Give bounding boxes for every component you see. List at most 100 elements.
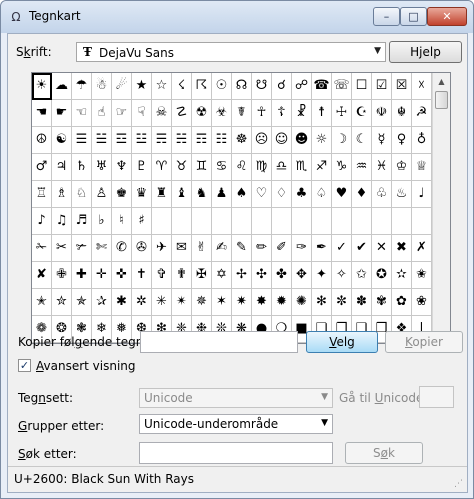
- character-cell[interactable]: ♇: [132, 154, 152, 181]
- character-cell[interactable]: ✌: [192, 235, 212, 262]
- character-cell[interactable]: ☽: [332, 127, 352, 154]
- character-cell[interactable]: ♬: [72, 208, 92, 235]
- resize-grip-icon[interactable]: ⋰: [454, 479, 464, 489]
- search-button[interactable]: Søk: [345, 442, 423, 464]
- character-cell[interactable]: ☡: [172, 100, 192, 127]
- character-cell[interactable]: ☯: [52, 127, 72, 154]
- character-cell[interactable]: ✕: [372, 235, 392, 262]
- character-cell[interactable]: ✬: [412, 262, 432, 289]
- character-cell[interactable]: ✡: [212, 262, 232, 289]
- character-cell[interactable]: ♥: [332, 181, 352, 208]
- character-cell[interactable]: ☸: [232, 127, 252, 154]
- character-cell[interactable]: ☝: [92, 100, 112, 127]
- character-cell[interactable]: ✙: [52, 262, 72, 289]
- character-cell[interactable]: ♦: [352, 181, 372, 208]
- character-cell[interactable]: [352, 208, 372, 235]
- select-button[interactable]: Velg: [306, 331, 378, 353]
- character-cell[interactable]: ✱: [112, 289, 132, 316]
- character-cell[interactable]: ✎: [232, 235, 252, 262]
- character-cell[interactable]: ☒: [392, 73, 412, 100]
- character-cell[interactable]: ♁: [412, 127, 432, 154]
- character-cell[interactable]: ✖: [392, 235, 412, 262]
- character-cell[interactable]: ☹: [252, 127, 272, 154]
- character-cell[interactable]: ☍: [292, 73, 312, 100]
- character-cell[interactable]: ☃: [92, 73, 112, 100]
- character-cell[interactable]: ♮: [112, 208, 132, 235]
- character-cell[interactable]: ☞: [112, 100, 132, 127]
- character-cell[interactable]: ✿: [392, 289, 412, 316]
- character-cell[interactable]: ✓: [332, 235, 352, 262]
- character-cell[interactable]: ☌: [272, 73, 292, 100]
- character-cell[interactable]: ♊: [192, 154, 212, 181]
- character-cell[interactable]: ✒: [312, 235, 332, 262]
- character-cell[interactable]: ✞: [152, 262, 172, 289]
- character-cell[interactable]: [212, 208, 232, 235]
- character-cell[interactable]: ✪: [372, 262, 392, 289]
- character-cell[interactable]: ☵: [172, 127, 192, 154]
- character-cell[interactable]: ✉: [172, 235, 192, 262]
- character-cell[interactable]: ☀: [32, 73, 52, 100]
- character-cell[interactable]: ♑: [332, 154, 352, 181]
- character-cell[interactable]: ♤: [312, 181, 332, 208]
- charset-dropdown[interactable]: Unicode ▼: [139, 388, 333, 408]
- scrollbar-thumb[interactable]: [435, 91, 448, 109]
- character-cell[interactable]: ♙: [92, 181, 112, 208]
- character-cell[interactable]: ☨: [312, 100, 332, 127]
- font-dropdown[interactable]: Ŧ DejaVu Sans ▼: [76, 42, 386, 62]
- character-cell[interactable]: ☼: [312, 127, 332, 154]
- character-cell[interactable]: ✩: [352, 262, 372, 289]
- character-cell[interactable]: ☬: [392, 100, 412, 127]
- character-cell[interactable]: ☣: [212, 100, 232, 127]
- character-cell[interactable]: ✼: [332, 289, 352, 316]
- character-cell[interactable]: ✟: [172, 262, 192, 289]
- character-cell[interactable]: ✾: [372, 289, 392, 316]
- character-cell[interactable]: ☚: [32, 100, 52, 127]
- character-cell[interactable]: ♭: [92, 208, 112, 235]
- character-cell[interactable]: ♫: [52, 208, 72, 235]
- goto-unicode-input[interactable]: [419, 386, 454, 408]
- character-cell[interactable]: [192, 208, 212, 235]
- character-cell[interactable]: ☢: [192, 100, 212, 127]
- character-cell[interactable]: ☥: [252, 100, 272, 127]
- character-cell[interactable]: ♋: [212, 154, 232, 181]
- character-cell[interactable]: ☏: [332, 73, 352, 100]
- character-cell[interactable]: ☤: [232, 100, 252, 127]
- character-cell[interactable]: ♩: [412, 181, 432, 208]
- character-cell[interactable]: ♏: [292, 154, 312, 181]
- character-cell[interactable]: ✺: [292, 289, 312, 316]
- character-cell[interactable]: ☈: [192, 73, 212, 100]
- character-cell[interactable]: [152, 208, 172, 235]
- character-cell[interactable]: [292, 208, 312, 235]
- character-cell[interactable]: ✝: [132, 262, 152, 289]
- character-cell[interactable]: ☿: [372, 127, 392, 154]
- character-cell[interactable]: ✽: [352, 289, 372, 316]
- character-cell[interactable]: ✇: [132, 235, 152, 262]
- character-cell[interactable]: [232, 208, 252, 235]
- character-cell[interactable]: ✏: [252, 235, 272, 262]
- character-cell[interactable]: ♘: [72, 181, 92, 208]
- character-cell[interactable]: ☭: [412, 100, 432, 127]
- character-cell[interactable]: ☊: [232, 73, 252, 100]
- character-cell[interactable]: ☁: [52, 73, 72, 100]
- character-cell[interactable]: ✛: [92, 262, 112, 289]
- character-cell[interactable]: ★: [132, 73, 152, 100]
- character-cell[interactable]: ☋: [252, 73, 272, 100]
- character-cell[interactable]: ☴: [152, 127, 172, 154]
- character-cell[interactable]: ✐: [272, 235, 292, 262]
- character-cell[interactable]: [372, 208, 392, 235]
- help-button[interactable]: Hjelp: [389, 41, 462, 63]
- character-cell[interactable]: ☜: [72, 100, 92, 127]
- charmap-icon[interactable]: Ω: [8, 9, 24, 25]
- title-bar[interactable]: Ω Tegnkart – □ ✕: [1, 1, 473, 33]
- group-by-dropdown[interactable]: Unicode-underområde ▼: [139, 414, 333, 434]
- character-cell[interactable]: ♆: [112, 154, 132, 181]
- maximize-button[interactable]: □: [400, 7, 427, 26]
- character-cell[interactable]: ♞: [192, 181, 212, 208]
- character-cell[interactable]: ✍: [212, 235, 232, 262]
- character-cell[interactable]: ♠: [232, 181, 252, 208]
- character-cell[interactable]: ♯: [132, 208, 152, 235]
- character-cell[interactable]: ☶: [192, 127, 212, 154]
- character-cell[interactable]: ♟: [212, 181, 232, 208]
- minimize-button[interactable]: –: [373, 7, 400, 26]
- character-cell[interactable]: ✹: [272, 289, 292, 316]
